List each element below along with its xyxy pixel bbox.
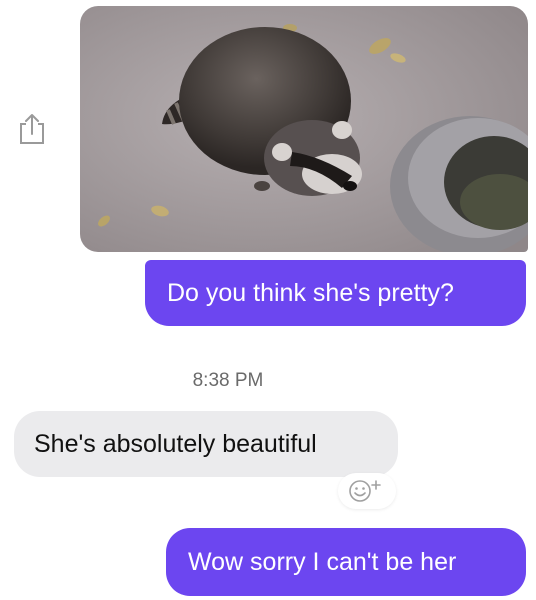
message-timestamp: 8:38 PM [192, 370, 264, 391]
image-message[interactable] [80, 6, 528, 252]
message-text: She's absolutely beautiful [34, 429, 317, 458]
incoming-message-bubble[interactable]: She's absolutely beautiful [14, 411, 398, 477]
outgoing-message-bubble[interactable]: Wow sorry I can't be her [166, 528, 526, 596]
add-reaction-button[interactable] [338, 473, 396, 509]
outgoing-message-bubble[interactable]: Do you think she's pretty? [145, 260, 526, 326]
share-button[interactable] [16, 112, 48, 146]
raccoon-photo [80, 6, 528, 252]
add-reaction-icon [349, 480, 381, 502]
share-icon [20, 114, 44, 144]
message-text: Wow sorry I can't be her [188, 547, 457, 576]
message-text: Do you think she's pretty? [167, 278, 454, 307]
